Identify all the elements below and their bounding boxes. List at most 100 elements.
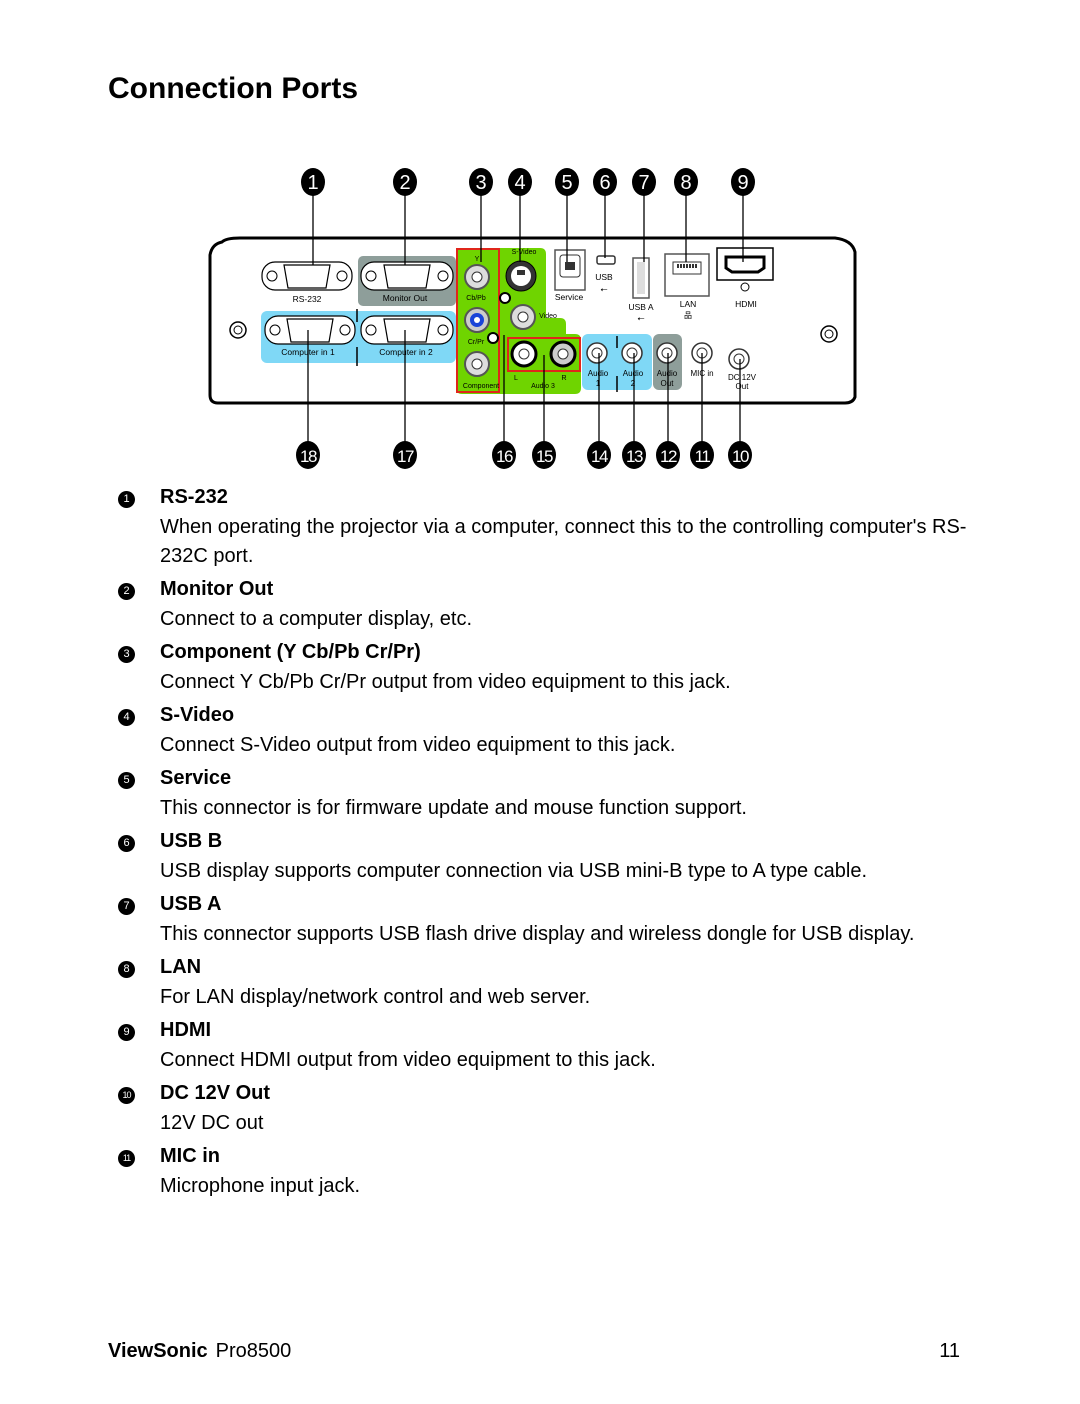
monitor-out-port[interactable] — [360, 261, 454, 291]
audio3-r-jack[interactable] — [549, 340, 577, 368]
port-title-text: Monitor Out — [160, 578, 274, 600]
port-title-text: S-Video — [160, 704, 235, 726]
port-number-badge: 10 — [118, 1087, 135, 1104]
port-description: This connector supports USB flash drive … — [160, 923, 915, 945]
port-item-title: 8 LAN — [0, 952, 1080, 983]
label-computer-in-2: Computer in 2 — [379, 347, 433, 357]
callout-15-number: 15 — [536, 447, 553, 466]
label-lan: LAN — [680, 299, 697, 309]
callout-18-number: 18 — [300, 447, 317, 466]
port-number-badge: 7 — [118, 898, 135, 915]
computer-in-1-port[interactable] — [264, 315, 356, 345]
svg-text:⭠: ⭠ — [637, 313, 644, 323]
port-item: 5 Service This connector is for firmware u… — [0, 763, 1080, 823]
port-item-title: 1 RS-232 — [0, 482, 1080, 513]
usb-mini-b-port[interactable] — [596, 255, 616, 265]
dc-12v-out-jack[interactable] — [728, 348, 750, 370]
port-description: Connect S-Video output from video equipm… — [160, 734, 676, 756]
label-audio2: Audio — [623, 369, 644, 378]
svg-text:⭠: ⭠ — [600, 284, 607, 294]
network-symbol-icon: 品 — [684, 311, 692, 320]
port-item: 7 USB A This connector supports USB flash … — [0, 889, 1080, 949]
label-audio1: Audio — [588, 369, 609, 378]
label-s-video: S-Video — [512, 249, 537, 256]
usb-a-port[interactable] — [632, 257, 650, 299]
port-description: Connect HDMI output from video equipment… — [160, 1049, 656, 1071]
port-item-title: 9 HDMI — [0, 1015, 1080, 1046]
port-item: 8 LAN For LAN display/network control and … — [0, 952, 1080, 1012]
label-monitor-out: Monitor Out — [383, 293, 428, 303]
callout-1-number: 1 — [307, 172, 318, 194]
audio3-l-jack[interactable] — [510, 340, 538, 368]
port-number-badge: 4 — [118, 709, 135, 726]
component-y-jack[interactable] — [464, 264, 490, 290]
port-item-title: 11 MIC in — [0, 1141, 1080, 1172]
label-component: Component — [463, 383, 499, 390]
port-description: When operating the projector via a compu… — [160, 516, 967, 567]
label-cb-pb: Cb/Pb — [466, 295, 486, 302]
callout-6-number: 6 — [599, 172, 610, 194]
port-number-badge: 11 — [118, 1150, 135, 1167]
port-item-title: 3 Component (Y Cb/Pb Cr/Pr) — [0, 637, 1080, 668]
component-pr-jack[interactable] — [464, 351, 490, 377]
port-title-text: MIC in — [160, 1145, 220, 1167]
callout-16-number: 16 — [496, 447, 513, 466]
screw-icon — [229, 321, 247, 339]
footer-model: Pro8500 — [215, 1340, 292, 1362]
page-title: Connection Ports — [108, 72, 359, 105]
label-audio3-l: L — [514, 375, 518, 382]
callout-7-number: 7 — [638, 172, 649, 194]
port-number-badge: 2 — [118, 583, 135, 600]
label-y: Y — [475, 256, 480, 263]
callout-17-number: 17 — [397, 447, 414, 466]
label-video: Video — [539, 313, 557, 320]
label-service: Service — [555, 292, 584, 302]
label-hdmi: HDMI — [735, 299, 757, 309]
port-title-text: DC 12V Out — [160, 1082, 271, 1104]
page-number: 11 — [939, 1340, 960, 1362]
callout-8-number: 8 — [680, 172, 691, 194]
port-item-title: 6 USB B — [0, 826, 1080, 857]
label-rs232: RS-232 — [293, 294, 322, 304]
callout-10-number: 10 — [732, 447, 749, 466]
label-audio3: Audio 3 — [531, 383, 555, 390]
port-item-title: 7 USB A — [0, 889, 1080, 920]
port-title-text: Service — [160, 767, 232, 789]
lan-port[interactable] — [664, 253, 710, 297]
label-dc12v: DC 12V — [728, 373, 757, 382]
label-audio3-r: R — [561, 375, 566, 382]
audio-out-jack[interactable] — [656, 342, 678, 364]
label-audio2-n: 2 — [631, 379, 636, 388]
label-cr-pr: Cr/Pr — [468, 339, 485, 346]
port-item: 11 MIC in Microphone input jack. — [0, 1141, 1080, 1201]
callout-9-number: 9 — [737, 172, 748, 194]
rs232-port[interactable] — [261, 261, 353, 291]
footer: ViewSonic Pro8500 — [108, 1340, 291, 1363]
callout-13-number: 13 — [626, 447, 643, 466]
port-number-badge: 3 — [118, 646, 135, 663]
label-usb: USB — [595, 272, 613, 282]
port-item: 9 HDMI Connect HDMI output from video equi… — [0, 1015, 1080, 1075]
video-jack[interactable] — [510, 304, 536, 330]
s-video-port[interactable] — [505, 260, 537, 292]
audio2-jack[interactable] — [621, 342, 643, 364]
audio1-jack[interactable] — [586, 342, 608, 364]
port-item: 3 Component (Y Cb/Pb Cr/Pr) Connect Y Cb/P… — [0, 637, 1080, 697]
port-description-list: 1 RS-232 When operating the projector via … — [0, 482, 1080, 1204]
port-item: 6 USB B USB display supports computer conn… — [0, 826, 1080, 886]
computer-in-2-port[interactable] — [360, 315, 454, 345]
port-item: 1 RS-232 When operating the projector via … — [0, 482, 1080, 571]
label-audio-out: Audio — [657, 369, 678, 378]
port-description: For LAN display/network control and web … — [160, 986, 591, 1008]
component-pb-jack[interactable] — [464, 307, 490, 333]
port-number-badge: 1 — [118, 491, 135, 508]
callout-4-number: 4 — [514, 172, 525, 194]
callout-12-number: 12 — [660, 447, 677, 466]
port-item: 10 DC 12V Out 12V DC out — [0, 1078, 1080, 1138]
connection-ports-diagram: RS-232 Monitor Out Computer in 1 Compute… — [208, 168, 857, 469]
port-title-text: USB B — [160, 830, 223, 852]
port-description: This connector is for firmware update an… — [160, 797, 747, 819]
port-title-text: USB A — [160, 893, 222, 915]
service-port[interactable] — [554, 249, 586, 291]
callout-11-number: 11 — [695, 447, 711, 466]
